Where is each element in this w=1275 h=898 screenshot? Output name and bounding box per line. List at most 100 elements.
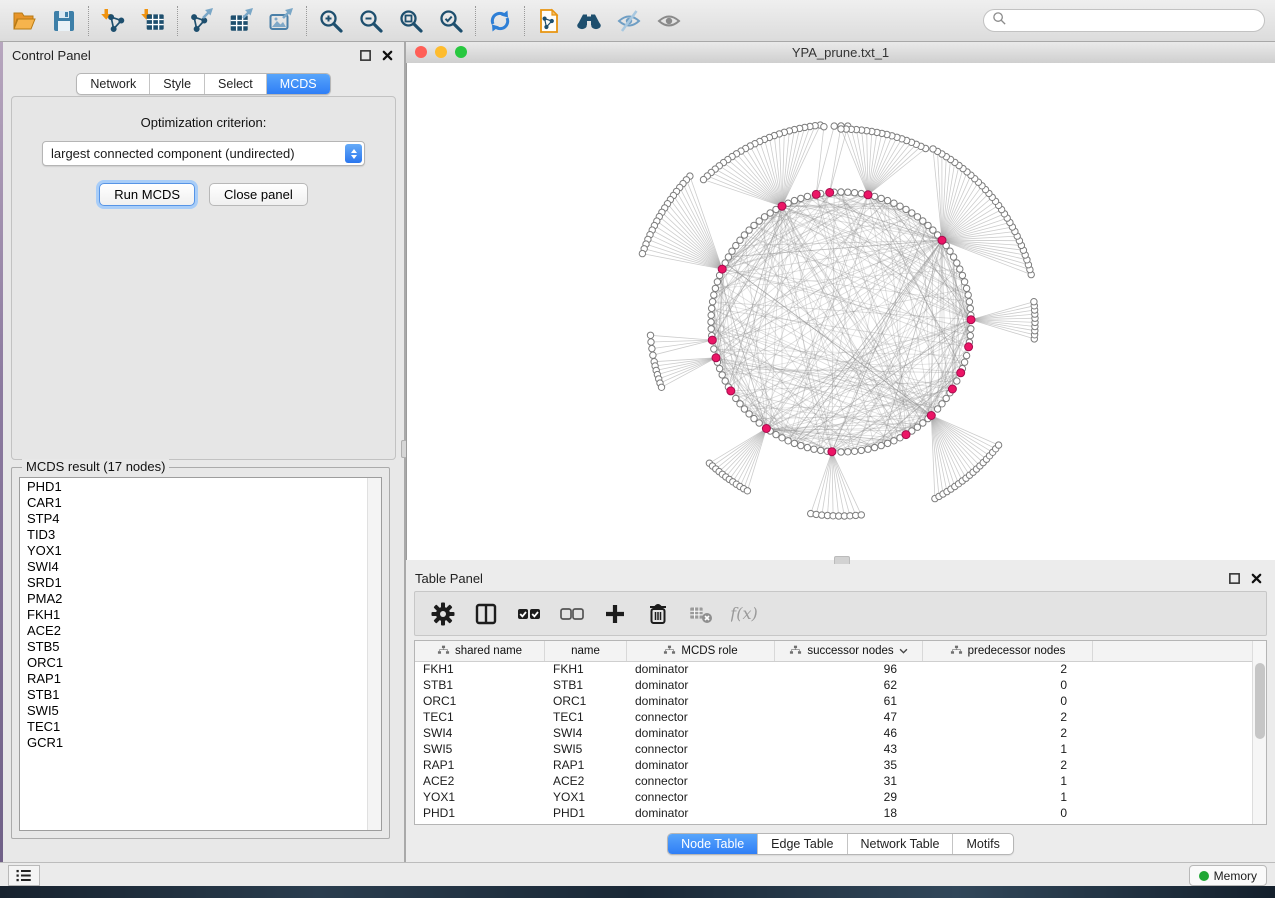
memory-button[interactable]: Memory [1189,865,1267,886]
result-node[interactable]: STP4 [20,511,368,527]
cell-name: YOX1 [545,790,627,804]
result-node[interactable]: ORC1 [20,655,368,671]
open-icon[interactable] [10,7,38,35]
table-scrollbar[interactable] [1252,641,1266,824]
table-toolbar: f(x) [414,591,1267,636]
result-node[interactable]: TID3 [20,527,368,543]
import-table-icon[interactable] [139,7,167,35]
result-node[interactable]: TEC1 [20,719,368,735]
table-row[interactable]: ORC1ORC1dominator610 [415,693,1253,709]
result-node[interactable]: FKH1 [20,607,368,623]
result-node[interactable]: SWI4 [20,559,368,575]
delete-icon[interactable] [645,601,671,627]
desktop-wallpaper-bottom [0,885,1275,898]
zoom-out-icon[interactable] [357,7,385,35]
result-node[interactable]: YOX1 [20,543,368,559]
zoom-in-icon[interactable] [317,7,345,35]
float-table-panel-icon[interactable] [1228,572,1241,590]
result-list-scrollbar[interactable] [367,478,381,830]
result-node[interactable]: SWI5 [20,703,368,719]
import-network-icon[interactable] [99,7,127,35]
result-node[interactable]: ACE2 [20,623,368,639]
sort-desc-icon [899,645,908,657]
column-header-successor-nodes[interactable]: successor nodes [775,641,923,661]
save-icon[interactable] [50,7,78,35]
network-canvas[interactable] [406,63,1275,560]
table-scrollbar-thumb[interactable] [1255,663,1265,739]
table-row[interactable]: ACE2ACE2connector311 [415,773,1253,789]
node-table[interactable]: shared namenameMCDS rolesuccessor nodesp… [414,640,1267,825]
table-row[interactable]: TEC1TEC1connector472 [415,709,1253,725]
deselect-all-icon[interactable] [559,601,585,627]
refresh-icon[interactable] [486,7,514,35]
result-node[interactable]: STB1 [20,687,368,703]
cell-predecessor-nodes: 2 [923,662,1093,676]
column-header-shared-name[interactable]: shared name [415,641,545,661]
float-panel-icon[interactable] [359,49,372,67]
show-all-icon[interactable] [655,7,683,35]
add-icon[interactable] [602,601,628,627]
close-panel-icon[interactable] [381,49,394,67]
toolbar-separator [524,6,525,36]
export-table-icon[interactable] [228,7,256,35]
cell-shared-name: TEC1 [415,710,545,724]
result-node[interactable]: SRD1 [20,575,368,591]
toolbar-separator [306,6,307,36]
close-panel-button[interactable]: Close panel [209,183,308,206]
tab-mcds[interactable]: MCDS [266,74,330,94]
table-tab-network-table[interactable]: Network Table [847,834,953,854]
cell-shared-name: FKH1 [415,662,545,676]
select-all-icon[interactable] [516,601,542,627]
tab-network[interactable]: Network [77,74,149,94]
mcds-result-list[interactable]: PHD1CAR1STP4TID3YOX1SWI4SRD1PMA2FKH1ACE2… [19,477,382,831]
cell-predecessor-nodes: 2 [923,710,1093,724]
function-icon: f(x) [731,601,757,627]
columns-icon[interactable] [473,601,499,627]
network-window-titlebar[interactable]: YPA_prune.txt_1 [406,42,1275,64]
gear-icon[interactable] [430,601,456,627]
export-network-icon[interactable] [188,7,216,35]
cell-successor-nodes: 31 [775,774,923,788]
column-header-MCDS-role[interactable]: MCDS role [627,641,775,661]
column-header-predecessor-nodes[interactable]: predecessor nodes [923,641,1093,661]
table-tab-node-table[interactable]: Node Table [668,834,757,854]
new-network-from-selection-icon[interactable] [535,7,563,35]
hide-selected-icon[interactable] [615,7,643,35]
task-history-button[interactable] [8,865,40,886]
result-node[interactable]: GCR1 [20,735,368,751]
network-window-title: YPA_prune.txt_1 [406,45,1275,60]
result-node[interactable]: PMA2 [20,591,368,607]
table-row[interactable]: SWI4SWI4dominator462 [415,725,1253,741]
column-header-name[interactable]: name [545,641,627,661]
search-box[interactable] [983,9,1265,32]
table-row[interactable]: STB1STB1dominator620 [415,677,1253,693]
network-graph[interactable] [407,63,1274,558]
table-row[interactable]: SWI5SWI5connector431 [415,741,1253,757]
table-row[interactable]: PHD1PHD1dominator180 [415,805,1253,821]
table-tab-edge-table[interactable]: Edge Table [757,834,846,854]
table-row[interactable]: FKH1FKH1dominator962 [415,661,1253,677]
result-node[interactable]: STB5 [20,639,368,655]
table-tab-motifs[interactable]: Motifs [952,834,1012,854]
close-table-panel-icon[interactable] [1250,572,1263,590]
cell-name: RAP1 [545,758,627,772]
cell-successor-nodes: 47 [775,710,923,724]
zoom-fit-icon[interactable] [397,7,425,35]
cell-name: ACE2 [545,774,627,788]
result-node[interactable]: CAR1 [20,495,368,511]
table-row[interactable]: YOX1YOX1connector291 [415,789,1253,805]
tab-select[interactable]: Select [204,74,266,94]
search-input[interactable] [1011,13,1256,29]
run-mcds-button[interactable]: Run MCDS [99,183,195,206]
result-node[interactable]: RAP1 [20,671,368,687]
result-node[interactable]: PHD1 [20,479,368,495]
table-panel: Table Panel f(x) shared namenameMCDS rol… [406,564,1275,862]
zoom-selected-icon[interactable] [437,7,465,35]
cell-shared-name: SWI5 [415,742,545,756]
table-row[interactable]: RAP1RAP1dominator352 [415,757,1253,773]
first-neighbors-icon[interactable] [575,7,603,35]
tab-style[interactable]: Style [149,74,204,94]
criterion-dropdown[interactable]: largest connected component (undirected) [42,141,365,166]
toolbar-separator [177,6,178,36]
export-image-icon[interactable] [268,7,296,35]
